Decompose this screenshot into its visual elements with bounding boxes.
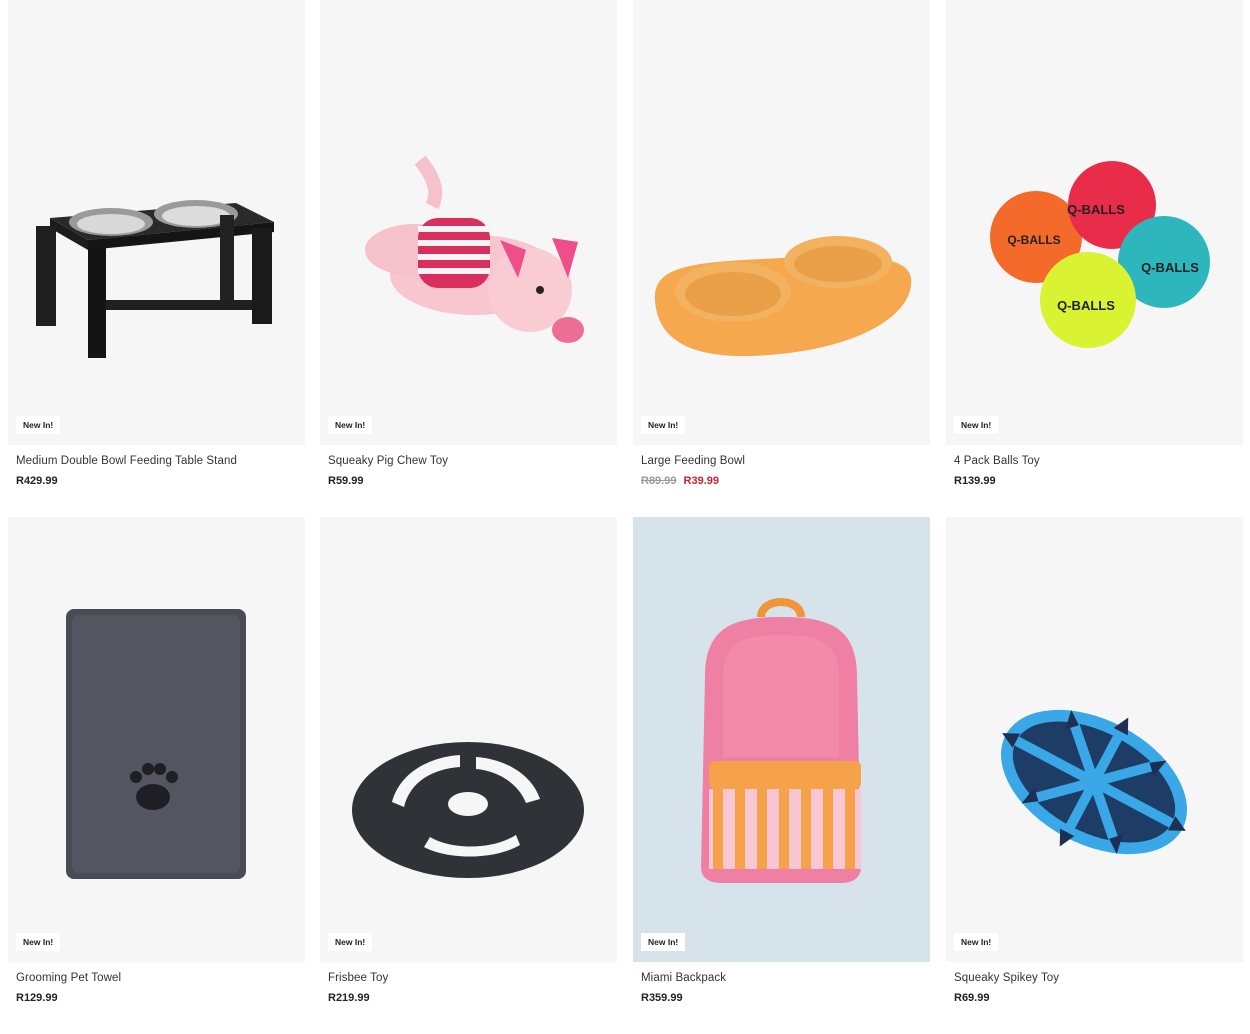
product-price-row: R139.99 bbox=[954, 475, 1243, 487]
product-price: R359.99 bbox=[641, 992, 683, 1004]
new-in-badge: New In! bbox=[954, 415, 999, 434]
product-price-row: R359.99 bbox=[641, 992, 930, 1004]
frisbee-image bbox=[352, 742, 584, 878]
ball-logo-text: Q-BALLS bbox=[1057, 298, 1115, 313]
backpack-image bbox=[701, 598, 861, 883]
product-image[interactable]: New In! bbox=[946, 517, 1243, 962]
product-price: R219.99 bbox=[328, 992, 370, 1004]
product-price: R69.99 bbox=[954, 992, 990, 1004]
pet-towel-image bbox=[66, 609, 246, 879]
new-in-badge: New In! bbox=[954, 932, 999, 951]
product-name[interactable]: Large Feeding Bowl bbox=[641, 455, 745, 467]
new-in-badge: New In! bbox=[328, 415, 373, 434]
product-card[interactable]: New In! Squeaky Pig Chew Toy R59.99 bbox=[320, 0, 617, 487]
product-price-row: R429.99 bbox=[16, 475, 305, 487]
feeding-bowl-image bbox=[654, 236, 912, 357]
product-image[interactable]: New In! bbox=[320, 0, 617, 445]
product-name[interactable]: 4 Pack Balls Toy bbox=[954, 455, 1040, 467]
product-price: R59.99 bbox=[328, 475, 364, 487]
product-price: R129.99 bbox=[16, 992, 58, 1004]
product-price-row: R219.99 bbox=[328, 992, 617, 1004]
product-image[interactable]: New In! bbox=[633, 0, 930, 445]
ball-logo-text: Q-BALLS bbox=[1007, 233, 1060, 247]
product-price-row: R89.99 R39.99 bbox=[641, 475, 930, 487]
product-card[interactable]: Q-BALLS Q-BALLS Q-BALLS Q-BALLS New In! … bbox=[946, 0, 1243, 487]
product-card[interactable]: New In! Large Feeding Bowl R89.99 R39.99 bbox=[633, 0, 930, 487]
new-in-badge: New In! bbox=[641, 415, 686, 434]
product-image[interactable]: New In! bbox=[8, 0, 305, 445]
product-image[interactable]: New In! bbox=[320, 517, 617, 962]
product-image[interactable]: Q-BALLS Q-BALLS Q-BALLS Q-BALLS New In! bbox=[946, 0, 1243, 445]
product-price: R429.99 bbox=[16, 475, 58, 487]
product-price-row: R59.99 bbox=[328, 475, 617, 487]
product-name[interactable]: Frisbee Toy bbox=[328, 972, 388, 984]
spikey-toy-image bbox=[1001, 709, 1187, 855]
product-name[interactable]: Miami Backpack bbox=[641, 972, 726, 984]
new-in-badge: New In! bbox=[328, 932, 373, 951]
pig-toy-image bbox=[365, 155, 584, 343]
original-price: R89.99 bbox=[641, 475, 677, 487]
product-card[interactable]: New In! Frisbee Toy R219.99 bbox=[320, 517, 617, 1004]
ball-logo-text: Q-BALLS bbox=[1141, 260, 1199, 275]
product-image[interactable]: New In! bbox=[8, 517, 305, 962]
product-price: R139.99 bbox=[954, 475, 996, 487]
balls-toy-image: Q-BALLS Q-BALLS Q-BALLS Q-BALLS bbox=[990, 161, 1210, 348]
product-price-row: R129.99 bbox=[16, 992, 305, 1004]
product-card[interactable]: New In! Grooming Pet Towel R129.99 bbox=[8, 517, 305, 1004]
new-in-badge: New In! bbox=[16, 932, 61, 951]
product-image[interactable]: New In! bbox=[633, 517, 930, 962]
product-name[interactable]: Grooming Pet Towel bbox=[16, 972, 121, 984]
product-price-row: R69.99 bbox=[954, 992, 1243, 1004]
new-in-badge: New In! bbox=[641, 932, 686, 951]
product-card[interactable]: New In! Miami Backpack R359.99 bbox=[633, 517, 930, 1004]
feeding-stand-image bbox=[36, 200, 274, 358]
product-card[interactable]: New In! Medium Double Bowl Feeding Table… bbox=[8, 0, 305, 487]
product-name[interactable]: Medium Double Bowl Feeding Table Stand bbox=[16, 455, 237, 467]
product-name[interactable]: Squeaky Pig Chew Toy bbox=[328, 455, 448, 467]
product-card[interactable]: New In! Squeaky Spikey Toy R69.99 bbox=[946, 517, 1243, 1004]
new-in-badge: New In! bbox=[16, 415, 61, 434]
product-grid: New In! Medium Double Bowl Feeding Table… bbox=[0, 0, 1250, 1034]
ball-logo-text: Q-BALLS bbox=[1067, 202, 1125, 217]
product-name[interactable]: Squeaky Spikey Toy bbox=[954, 972, 1059, 984]
sale-price: R39.99 bbox=[683, 475, 720, 487]
